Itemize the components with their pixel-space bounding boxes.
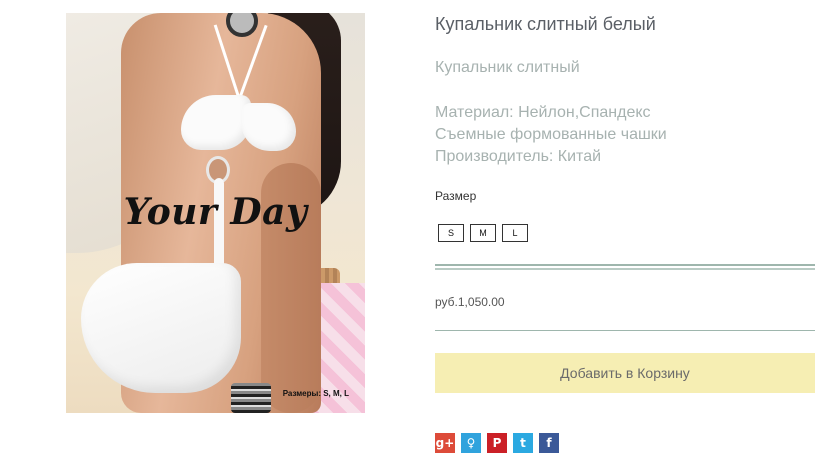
image-overlay-title: Your Day: [123, 191, 308, 233]
product-page: Your Day Размеры: S, M, L Купальник слит…: [0, 0, 824, 469]
facebook-icon[interactable]: f: [539, 433, 559, 453]
product-specs: Материал: Нейлон,Спандекс Съемные формов…: [435, 102, 667, 168]
spec-manufacturer: Производитель: Китай: [435, 148, 602, 165]
google-plus-icon[interactable]: g+: [435, 433, 455, 453]
size-option-m[interactable]: M: [470, 224, 496, 242]
product-subtitle: Купальник слитный: [435, 59, 580, 76]
twitter-icon[interactable]: t: [513, 433, 533, 453]
divider: [435, 330, 815, 331]
swimsuit-bottom: [81, 263, 241, 393]
size-label: Размер: [435, 189, 477, 203]
image-overlay-sizes: Размеры: S, M, L: [282, 389, 349, 398]
product-image[interactable]: Your Day Размеры: S, M, L: [66, 13, 365, 413]
product-title: Купальник слитный белый: [435, 14, 656, 34]
divider: [435, 264, 815, 266]
pinterest-icon[interactable]: P: [487, 433, 507, 453]
size-option-s[interactable]: S: [438, 224, 464, 242]
spec-material: Материал: Нейлон,Спандекс: [435, 104, 651, 121]
spec-cups: Съемные формованные чашки: [435, 126, 667, 143]
divider: [435, 268, 815, 270]
bracelet-shape: [231, 383, 271, 413]
size-options: S M L: [438, 224, 528, 242]
product-price: руб.1,050.00: [435, 295, 505, 309]
add-to-cart-button[interactable]: Добавить в Корзину: [435, 353, 815, 393]
share-icons: g+ ♀ P t f: [435, 433, 559, 453]
odnoklassniki-icon[interactable]: ♀: [461, 433, 481, 453]
size-option-l[interactable]: L: [502, 224, 528, 242]
